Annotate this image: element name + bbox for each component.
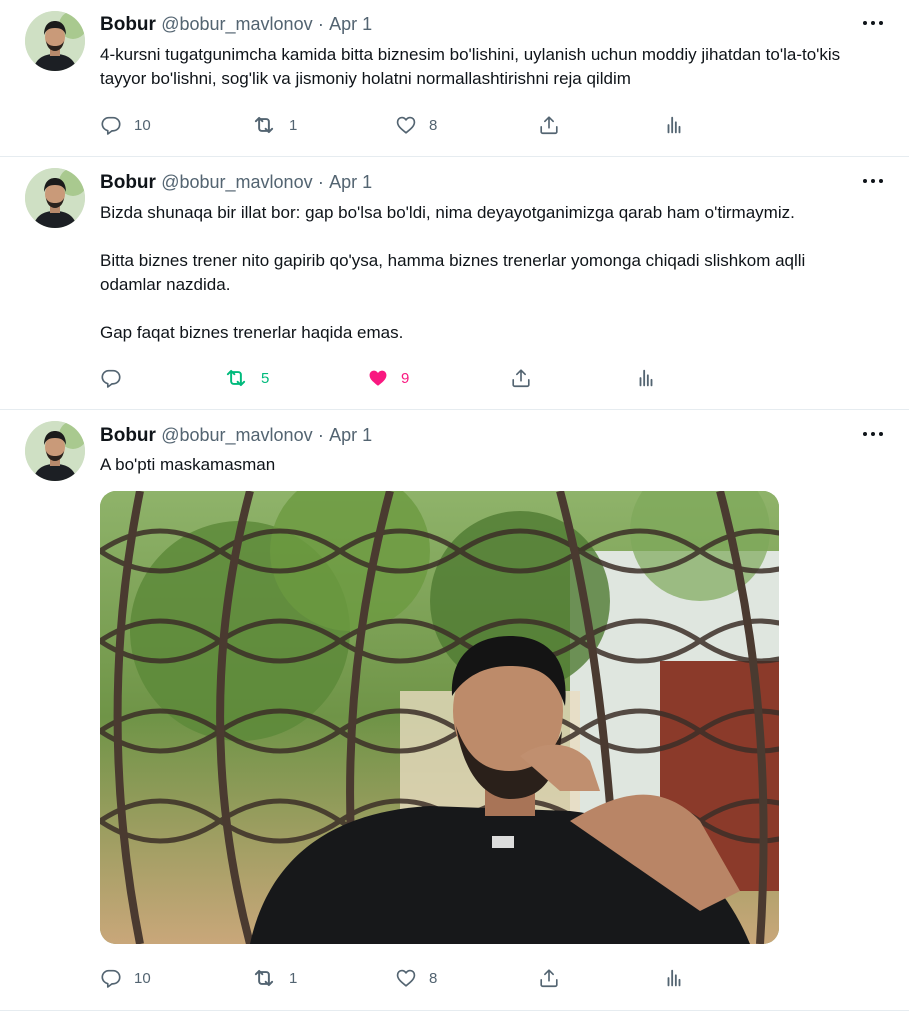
author-name[interactable]: Bobur	[100, 14, 156, 35]
tweet[interactable]: Bobur @bobur_mavlonov · Apr 1 4-kursni t…	[0, 0, 909, 157]
reply-icon	[100, 967, 122, 989]
author-handle[interactable]: @bobur_mavlonov	[161, 14, 312, 34]
analytics-button[interactable]	[635, 366, 657, 390]
retweet-count: 1	[289, 969, 298, 987]
retweet-count: 1	[289, 116, 298, 134]
like-count: 9	[401, 369, 410, 387]
analytics-icon	[663, 967, 685, 989]
share-icon	[538, 967, 560, 989]
reply-icon	[100, 367, 122, 389]
share-icon	[510, 367, 532, 389]
tweet-header: Bobur @bobur_mavlonov · Apr 1	[100, 12, 372, 36]
retweet-button[interactable]: 5	[223, 366, 269, 390]
retweet-icon	[251, 112, 277, 138]
like-button[interactable]: 9	[367, 366, 409, 390]
retweet-icon	[251, 965, 277, 991]
separator: ·	[317, 425, 324, 445]
tweet-text: 4-kursni tugatgunimcha kamida bitta bizn…	[100, 45, 841, 88]
reply-count: 10	[134, 116, 151, 134]
retweet-button[interactable]: 1	[251, 113, 297, 137]
retweet-button[interactable]: 1	[251, 966, 297, 990]
author-name[interactable]: Bobur	[100, 425, 156, 446]
avatar[interactable]	[25, 168, 85, 228]
more-icon[interactable]	[863, 12, 885, 32]
reply-button[interactable]	[100, 366, 134, 390]
tweet-date[interactable]: Apr 1	[329, 172, 372, 192]
separator: ·	[317, 14, 324, 34]
tweet-header: Bobur @bobur_mavlonov · Apr 1	[100, 170, 372, 194]
author-name[interactable]: Bobur	[100, 172, 156, 193]
tweet-actions: 5 9	[100, 366, 700, 390]
analytics-button[interactable]	[663, 113, 685, 137]
like-button[interactable]: 8	[395, 113, 437, 137]
analytics-icon	[663, 114, 685, 136]
more-icon[interactable]	[863, 423, 885, 443]
share-icon	[538, 114, 560, 136]
share-button[interactable]	[510, 366, 532, 390]
tweet-date[interactable]: Apr 1	[329, 14, 372, 34]
more-icon[interactable]	[863, 170, 885, 190]
avatar-image	[25, 11, 85, 71]
heart-icon	[395, 967, 417, 989]
author-handle[interactable]: @bobur_mavlonov	[161, 172, 312, 192]
avatar-image	[25, 168, 85, 228]
analytics-icon	[635, 367, 657, 389]
avatar-image	[25, 421, 85, 481]
avatar[interactable]	[25, 11, 85, 71]
tweet[interactable]: Bobur @bobur_mavlonov · Apr 1 Bizda shun…	[0, 157, 909, 410]
tweet-header: Bobur @bobur_mavlonov · Apr 1	[100, 423, 372, 447]
tweet-text: A bo'pti maskamasman	[100, 455, 276, 474]
heart-icon	[367, 367, 389, 389]
avatar[interactable]	[25, 421, 85, 481]
tweet[interactable]: Bobur @bobur_mavlonov · Apr 1 A bo'pti m…	[0, 410, 909, 1011]
like-button[interactable]: 8	[395, 966, 437, 990]
tweet-date[interactable]: Apr 1	[329, 425, 372, 445]
like-count: 8	[429, 116, 438, 134]
reply-button[interactable]: 10	[100, 113, 151, 137]
retweet-icon	[223, 365, 249, 391]
tweet-photo[interactable]	[100, 491, 779, 944]
reply-count: 10	[134, 969, 151, 987]
separator: ·	[317, 172, 324, 192]
tweet-text: Bizda shunaqa bir illat bor: gap bo'lsa …	[100, 203, 806, 342]
like-count: 8	[429, 969, 438, 987]
analytics-button[interactable]	[663, 966, 685, 990]
photo-image	[100, 491, 779, 944]
retweet-count: 5	[261, 369, 270, 387]
tweet-actions: 10 1 8	[100, 966, 700, 990]
share-button[interactable]	[538, 113, 560, 137]
heart-icon	[395, 114, 417, 136]
share-button[interactable]	[538, 966, 560, 990]
tweet-actions: 10 1 8	[100, 113, 700, 137]
author-handle[interactable]: @bobur_mavlonov	[161, 425, 312, 445]
reply-icon	[100, 114, 122, 136]
reply-button[interactable]: 10	[100, 966, 151, 990]
